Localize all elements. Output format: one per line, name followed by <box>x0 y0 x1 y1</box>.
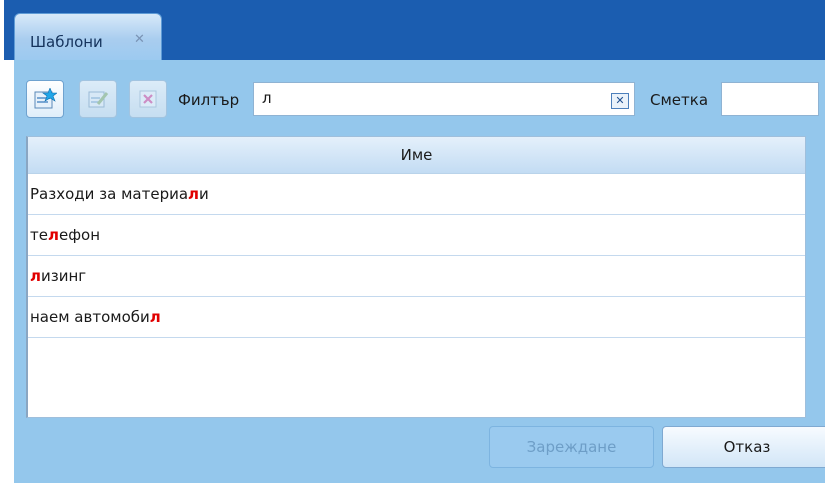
row-text-match: л <box>30 267 41 285</box>
load-button[interactable]: Зареждане <box>489 426 654 468</box>
row-text-match: л <box>149 308 161 326</box>
row-text-before: Разходи за материа <box>30 185 189 203</box>
cancel-button[interactable]: Отказ <box>662 426 825 468</box>
account-label: Сметка <box>650 91 709 109</box>
delete-template-button[interactable] <box>129 80 167 118</box>
edit-template-button[interactable] <box>79 80 117 118</box>
row-text-after: и <box>199 185 209 203</box>
edit-icon <box>88 91 109 108</box>
row-text-after: изинг <box>41 267 87 285</box>
tab-strip: Шаблони ✕ <box>4 0 825 60</box>
templates-panel: Филтър л ✕ Сметка Име Разходи за материа… <box>14 60 825 483</box>
new-template-button[interactable] <box>26 80 64 118</box>
row-text-before: наем автомоби <box>30 308 150 326</box>
clear-filter-icon[interactable]: ✕ <box>611 93 629 109</box>
close-icon[interactable]: ✕ <box>134 32 145 47</box>
row-text-match: л <box>188 185 200 203</box>
filter-input[interactable]: л <box>253 82 635 116</box>
table-row[interactable]: наем автомобил <box>28 297 805 338</box>
filter-label: Филтър <box>178 91 240 109</box>
templates-grid: Име Разходи за материали телефон лизинг … <box>26 136 806 418</box>
column-header-name[interactable]: Име <box>28 137 805 174</box>
row-text-before: те <box>30 226 48 244</box>
table-row[interactable]: телефон <box>28 215 805 256</box>
new-template-icon <box>34 88 57 109</box>
row-text-after: ефон <box>58 226 101 244</box>
delete-icon <box>139 90 157 108</box>
tab-templates[interactable]: Шаблони ✕ <box>14 13 162 60</box>
tab-title: Шаблони <box>30 33 103 51</box>
row-text-match: л <box>47 226 59 244</box>
account-input[interactable] <box>721 82 819 116</box>
table-row[interactable]: Разходи за материали <box>28 174 805 215</box>
table-row[interactable]: лизинг <box>28 256 805 297</box>
templates-window: Шаблони ✕ Филтър л ✕ Сметка Име Разходи … <box>4 0 825 483</box>
